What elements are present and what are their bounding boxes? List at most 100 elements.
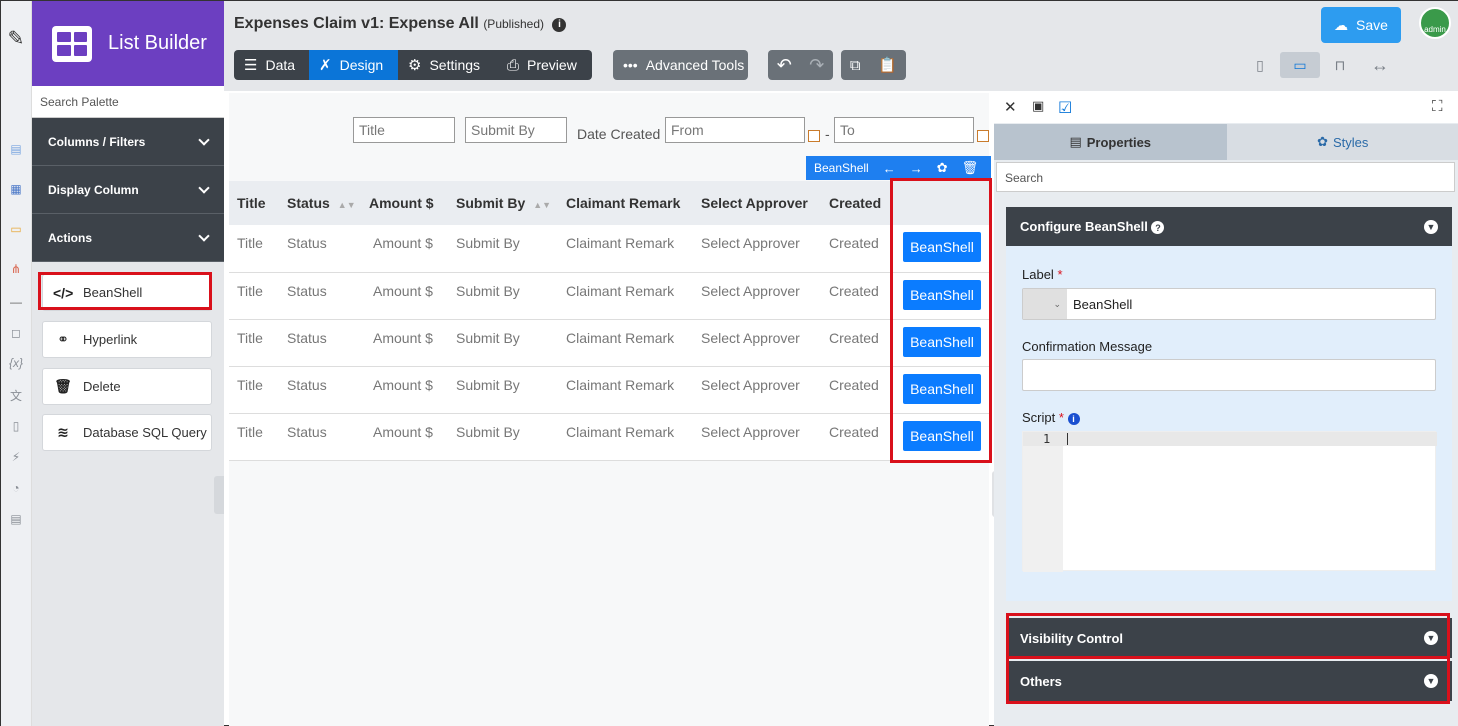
arrow-right-icon[interactable]: →	[910, 161, 923, 176]
redo-icon[interactable]: ↷	[809, 55, 824, 76]
table-cell: Created	[821, 272, 893, 320]
edit-icon[interactable]: ✎	[6, 28, 26, 50]
chevron-down-icon	[198, 181, 210, 194]
palette-panel: List Builder Search Palette Columns / Fi…	[32, 1, 224, 726]
gauge-icon[interactable]: ◔	[6, 479, 26, 497]
column-header-submit-by[interactable]: Submit By ▲▼	[448, 181, 558, 225]
column-header-amount[interactable]: Amount $	[361, 181, 448, 225]
list-icon[interactable]: ▦	[6, 180, 26, 198]
tab-settings[interactable]: ⚙ Settings	[398, 50, 497, 80]
monitor-icon[interactable]: ▭	[6, 220, 26, 238]
palette-section-columns-filters[interactable]: Columns / Filters	[32, 118, 224, 166]
filter-to-input[interactable]: To	[834, 117, 974, 143]
trash-icon: 🗑	[54, 378, 72, 394]
note-icon[interactable]: ◻	[6, 324, 26, 342]
table-cell: Submit By	[448, 225, 558, 273]
help-icon[interactable]: ?	[1151, 221, 1165, 235]
save-button[interactable]: ☁ Save	[1321, 7, 1401, 43]
full-width-view-icon[interactable]: ↔	[1360, 52, 1400, 78]
filter-title-input[interactable]: Title	[353, 117, 455, 143]
palette-search-input[interactable]: Search Palette	[32, 86, 224, 118]
tab-properties[interactable]: ▤ Properties	[994, 124, 1227, 160]
text-cursor	[1067, 433, 1068, 445]
tab-data[interactable]: ☰ Data	[234, 50, 309, 80]
table-row: Title Status Amount $ Submit By Claimant…	[229, 272, 989, 320]
line-gutter	[1023, 432, 1063, 572]
table-header-row: Title Status ▲▼ Amount $ Submit By ▲▼ Clai…	[229, 181, 989, 225]
undo-icon[interactable]: ↶	[777, 55, 792, 76]
table-cell: Status	[279, 225, 361, 273]
plugin-icon[interactable]: ⚡	[6, 448, 26, 466]
info-icon[interactable]: i	[1067, 413, 1080, 425]
table-cell: Created	[821, 225, 893, 273]
calendar-icon[interactable]	[977, 130, 989, 142]
palette-section-display-column[interactable]: Display Column	[32, 166, 224, 214]
table-cell: Select Approver	[693, 366, 821, 414]
scroll-icon[interactable]: ▤	[6, 510, 26, 528]
palette-item-database-sql-query[interactable]: ≋ Database SQL Query	[42, 414, 212, 451]
palette-item-hyperlink[interactable]: ⚭ Hyperlink	[42, 321, 212, 358]
file-icon[interactable]: ▯	[6, 417, 26, 435]
filter-from-input[interactable]: From	[665, 117, 805, 143]
script-editor[interactable]: 1	[1022, 431, 1437, 572]
variable-icon[interactable]: {x}	[6, 354, 26, 372]
table-cell: Title	[229, 413, 279, 461]
tablet-view-icon[interactable]: ▭	[1280, 52, 1320, 78]
properties-search-input[interactable]: Search	[996, 162, 1455, 192]
process-icon[interactable]: ⋔	[6, 260, 26, 278]
palette-icon[interactable]: ✿	[937, 160, 948, 176]
arrow-left-icon[interactable]: ←	[883, 161, 896, 176]
palette-collapse-handle[interactable]	[214, 476, 224, 514]
window-icon[interactable]: ▣	[1032, 98, 1044, 114]
table-cell: Title	[229, 225, 279, 273]
active-line	[1023, 432, 1437, 446]
table-cell: Submit By	[448, 366, 558, 414]
label-field[interactable]: ⌄ BeanShell	[1022, 288, 1436, 320]
table-cell: Amount $	[361, 366, 448, 414]
sort-icon: ▲▼	[337, 200, 356, 210]
palette-section-actions[interactable]: Actions	[32, 214, 224, 262]
configure-header[interactable]: Configure BeanShell ? ▼	[1006, 207, 1452, 246]
avatar[interactable]: admin	[1419, 7, 1451, 39]
highlight-divider	[1006, 656, 1450, 659]
document-icon[interactable]: ▤	[6, 140, 26, 158]
copy-paste-group: ⧉ 📋	[841, 50, 906, 80]
info-icon[interactable]: i	[552, 18, 567, 32]
tab-design[interactable]: ✗ Design	[309, 50, 398, 80]
table-cell: Select Approver	[693, 272, 821, 320]
filter-submit-by-input[interactable]: Submit By	[465, 117, 567, 143]
gear-icon: ⚙	[408, 57, 422, 74]
close-icon[interactable]: ✕	[1004, 98, 1017, 116]
design-icon: ✗	[319, 57, 332, 74]
palette-item-delete[interactable]: 🗑 Delete	[42, 368, 212, 405]
calendar-icon[interactable]	[808, 130, 820, 142]
translate-icon[interactable]: 文	[6, 386, 26, 404]
selected-element-label: BeanShell	[814, 161, 869, 175]
confirmation-message-field[interactable]	[1022, 359, 1436, 391]
copy-icon[interactable]: ⧉	[850, 57, 861, 74]
trash-icon[interactable]: 🗑	[962, 160, 979, 176]
language-dropdown[interactable]: ⌄	[1023, 289, 1067, 319]
table-cell: Status	[279, 319, 361, 367]
column-header-title[interactable]: Title	[229, 181, 279, 225]
advanced-tools-button[interactable]: ••• Advanced Tools	[613, 50, 748, 80]
table-row: Title Status Amount $ Submit By Claimant…	[229, 225, 989, 273]
table-row: Title Status Amount $ Submit By Claimant…	[229, 319, 989, 367]
tab-styles[interactable]: ✿ Styles	[1227, 124, 1458, 160]
page-title: Expenses Claim v1: Expense All (Publishe…	[234, 15, 567, 33]
column-header-claimant-remark[interactable]: Claimant Remark	[558, 181, 693, 225]
tab-preview[interactable]: ⎙ Preview	[497, 50, 592, 80]
table-cell: Select Approver	[693, 319, 821, 367]
paste-icon[interactable]: 📋	[878, 56, 897, 74]
column-header-created[interactable]: Created	[821, 181, 893, 225]
column-header-select-approver[interactable]: Select Approver	[693, 181, 821, 225]
label-field-label: Label *	[1022, 267, 1063, 282]
builder-topbar: Expenses Claim v1: Expense All (Publishe…	[224, 1, 1458, 91]
chevron-down-icon	[198, 229, 210, 242]
expand-icon[interactable]: ⛶	[1432, 98, 1443, 115]
laptop-view-icon[interactable]: ⊓	[1320, 52, 1360, 78]
more-icon: •••	[623, 57, 638, 73]
mobile-view-icon[interactable]: ▯	[1240, 52, 1280, 78]
column-header-status[interactable]: Status ▲▼	[279, 181, 361, 225]
checkbox-icon[interactable]: ☑	[1058, 98, 1072, 118]
